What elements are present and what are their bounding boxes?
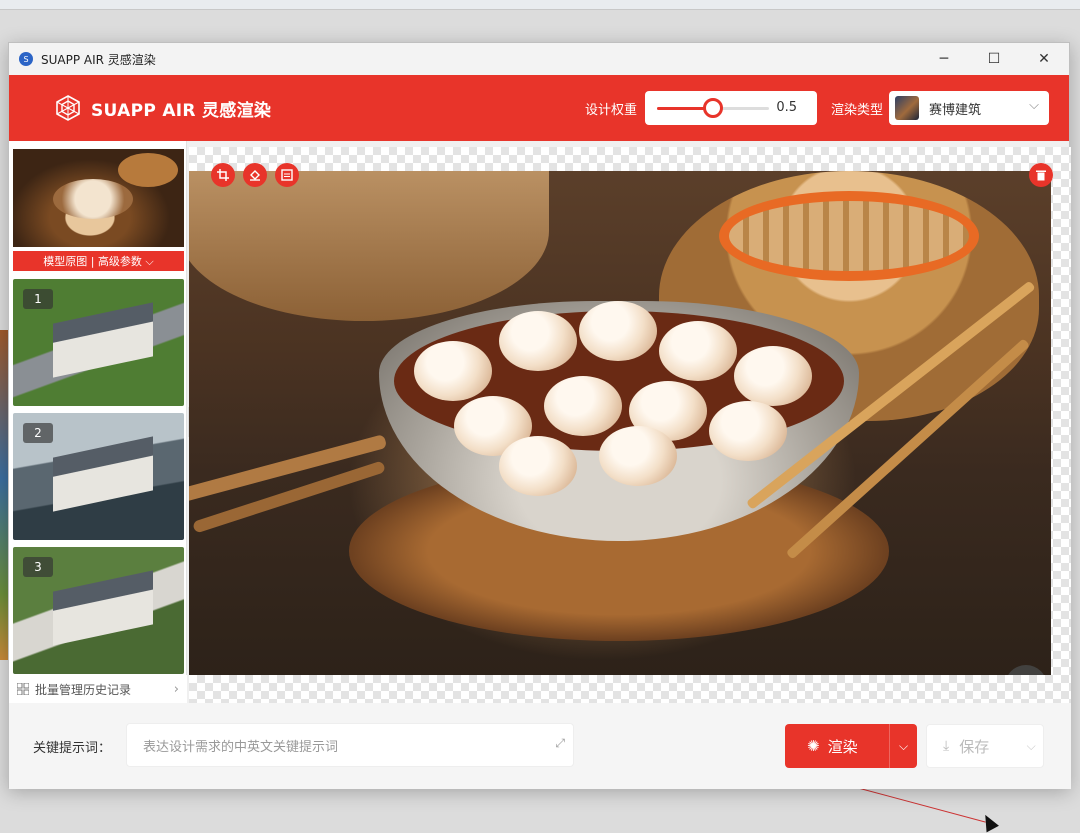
crop-icon	[217, 169, 229, 181]
batch-history-label: 批量管理历史记录	[35, 682, 132, 697]
history-item-1[interactable]: 1	[13, 279, 184, 406]
image-steamer-left	[189, 171, 549, 321]
render-button-label: 渲染	[827, 737, 858, 756]
keyword-input[interactable]: 表达设计需求的中英文关键提示词 ⤢	[126, 723, 574, 767]
design-weight-label: 设计权重	[585, 103, 638, 118]
save-button[interactable]: ⤓ 保存	[927, 736, 1019, 757]
thumb-steamer	[118, 153, 178, 187]
app-logo-icon: S	[19, 52, 33, 66]
image-rice-ball	[579, 301, 657, 361]
grid-icon	[17, 683, 29, 695]
slider-knob[interactable]	[703, 98, 723, 118]
chevron-down-icon: ⌵	[1029, 98, 1039, 113]
image-frame-icon	[281, 169, 293, 181]
design-weight-slider[interactable]: 0.5	[645, 91, 817, 125]
title-bar: S SUAPP AIR 灵感渲染 ─ ☐ ✕	[9, 43, 1069, 75]
building-render-thumb	[53, 436, 153, 512]
render-result-image[interactable]	[189, 171, 1051, 675]
chevron-right-icon: ›	[173, 681, 179, 697]
bottom-bar: 关键提示词： 表达设计需求的中英文关键提示词 ⤢ ✺ 渲染 ⌵ ⤓ 保存 ⌵	[9, 703, 1071, 789]
loading-spinner-icon: ✺	[807, 737, 820, 755]
render-button-group: ✺ 渲染 ⌵	[785, 724, 917, 768]
brand-logo-icon	[56, 95, 80, 121]
keyword-placeholder: 表达设计需求的中英文关键提示词	[143, 739, 339, 755]
history-sidebar: 模型原图 | 高级参数 ⌵ 1 2 3 批量管理历史记录 ›	[9, 141, 187, 703]
app-header: SUAPP AIR 灵感渲染 设计权重 0.5 渲染类型 赛博建筑 ⌵	[9, 75, 1069, 141]
render-options-dropdown[interactable]: ⌵	[889, 724, 917, 768]
keyword-label: 关键提示词：	[33, 741, 112, 756]
history-number: 2	[23, 423, 53, 443]
image-rice-ball	[414, 341, 492, 401]
image-rice-ball	[659, 321, 737, 381]
render-type-select[interactable]: 赛博建筑 ⌵	[889, 91, 1049, 125]
image-rice-ball	[499, 311, 577, 371]
paint-button[interactable]	[243, 163, 267, 187]
original-advanced-params-bar[interactable]: 模型原图 | 高级参数 ⌵	[13, 251, 184, 271]
image-frame-button[interactable]	[275, 163, 299, 187]
building-render-thumb	[53, 302, 153, 378]
render-button[interactable]: ✺ 渲染	[785, 736, 889, 757]
maximize-button[interactable]: ☐	[969, 43, 1019, 75]
save-button-label: 保存	[959, 737, 990, 756]
chat-button[interactable]	[1005, 665, 1047, 675]
brand: SUAPP AIR 灵感渲染	[55, 95, 271, 121]
image-rice-ball	[544, 376, 622, 436]
app-window: S SUAPP AIR 灵感渲染 ─ ☐ ✕ SUAPP AIR 灵感渲染 设计…	[8, 42, 1071, 789]
paint-bucket-icon	[250, 170, 260, 181]
window-controls: ─ ☐ ✕	[919, 43, 1069, 75]
history-number: 3	[23, 557, 53, 577]
image-rice-ball	[499, 436, 577, 496]
expand-icon[interactable]: ⤢	[555, 736, 565, 751]
download-icon: ⤓	[943, 738, 950, 754]
thumb-bowl	[53, 179, 133, 219]
brand-name: SUAPP AIR 灵感渲染	[91, 100, 272, 121]
image-steamer-rim	[719, 191, 979, 281]
design-weight-value: 0.5	[776, 100, 797, 115]
window-title: SUAPP AIR 灵感渲染	[41, 52, 156, 67]
save-options-dropdown[interactable]: ⌵	[1019, 739, 1043, 754]
render-type-thumbnail	[895, 96, 919, 120]
render-type-value: 赛博建筑	[929, 102, 982, 118]
image-rice-ball	[709, 401, 787, 461]
desktop-taskbar-strip	[0, 0, 1080, 10]
render-type-label: 渲染类型	[831, 103, 884, 118]
desktop-red-line	[859, 788, 986, 823]
crop-button[interactable]	[211, 163, 235, 187]
save-button-group: ⤓ 保存 ⌵	[926, 724, 1044, 768]
history-number: 1	[23, 289, 53, 309]
delete-button[interactable]	[1029, 163, 1053, 187]
main-area: 模型原图 | 高级参数 ⌵ 1 2 3 批量管理历史记录 ›	[9, 141, 1071, 703]
image-rice-ball	[599, 426, 677, 486]
history-item-2[interactable]: 2	[13, 413, 184, 540]
building-render-thumb	[53, 570, 153, 646]
batch-history-link[interactable]: 批量管理历史记录 ›	[9, 675, 187, 703]
close-button[interactable]: ✕	[1019, 43, 1069, 75]
render-canvas	[189, 147, 1071, 703]
history-item-3[interactable]: 3	[13, 547, 184, 674]
original-model-thumbnail[interactable]	[13, 149, 184, 247]
minimize-button[interactable]: ─	[919, 43, 969, 75]
trash-icon	[1036, 170, 1046, 181]
image-rice-ball	[734, 346, 812, 406]
mouse-cursor-icon	[979, 811, 999, 833]
